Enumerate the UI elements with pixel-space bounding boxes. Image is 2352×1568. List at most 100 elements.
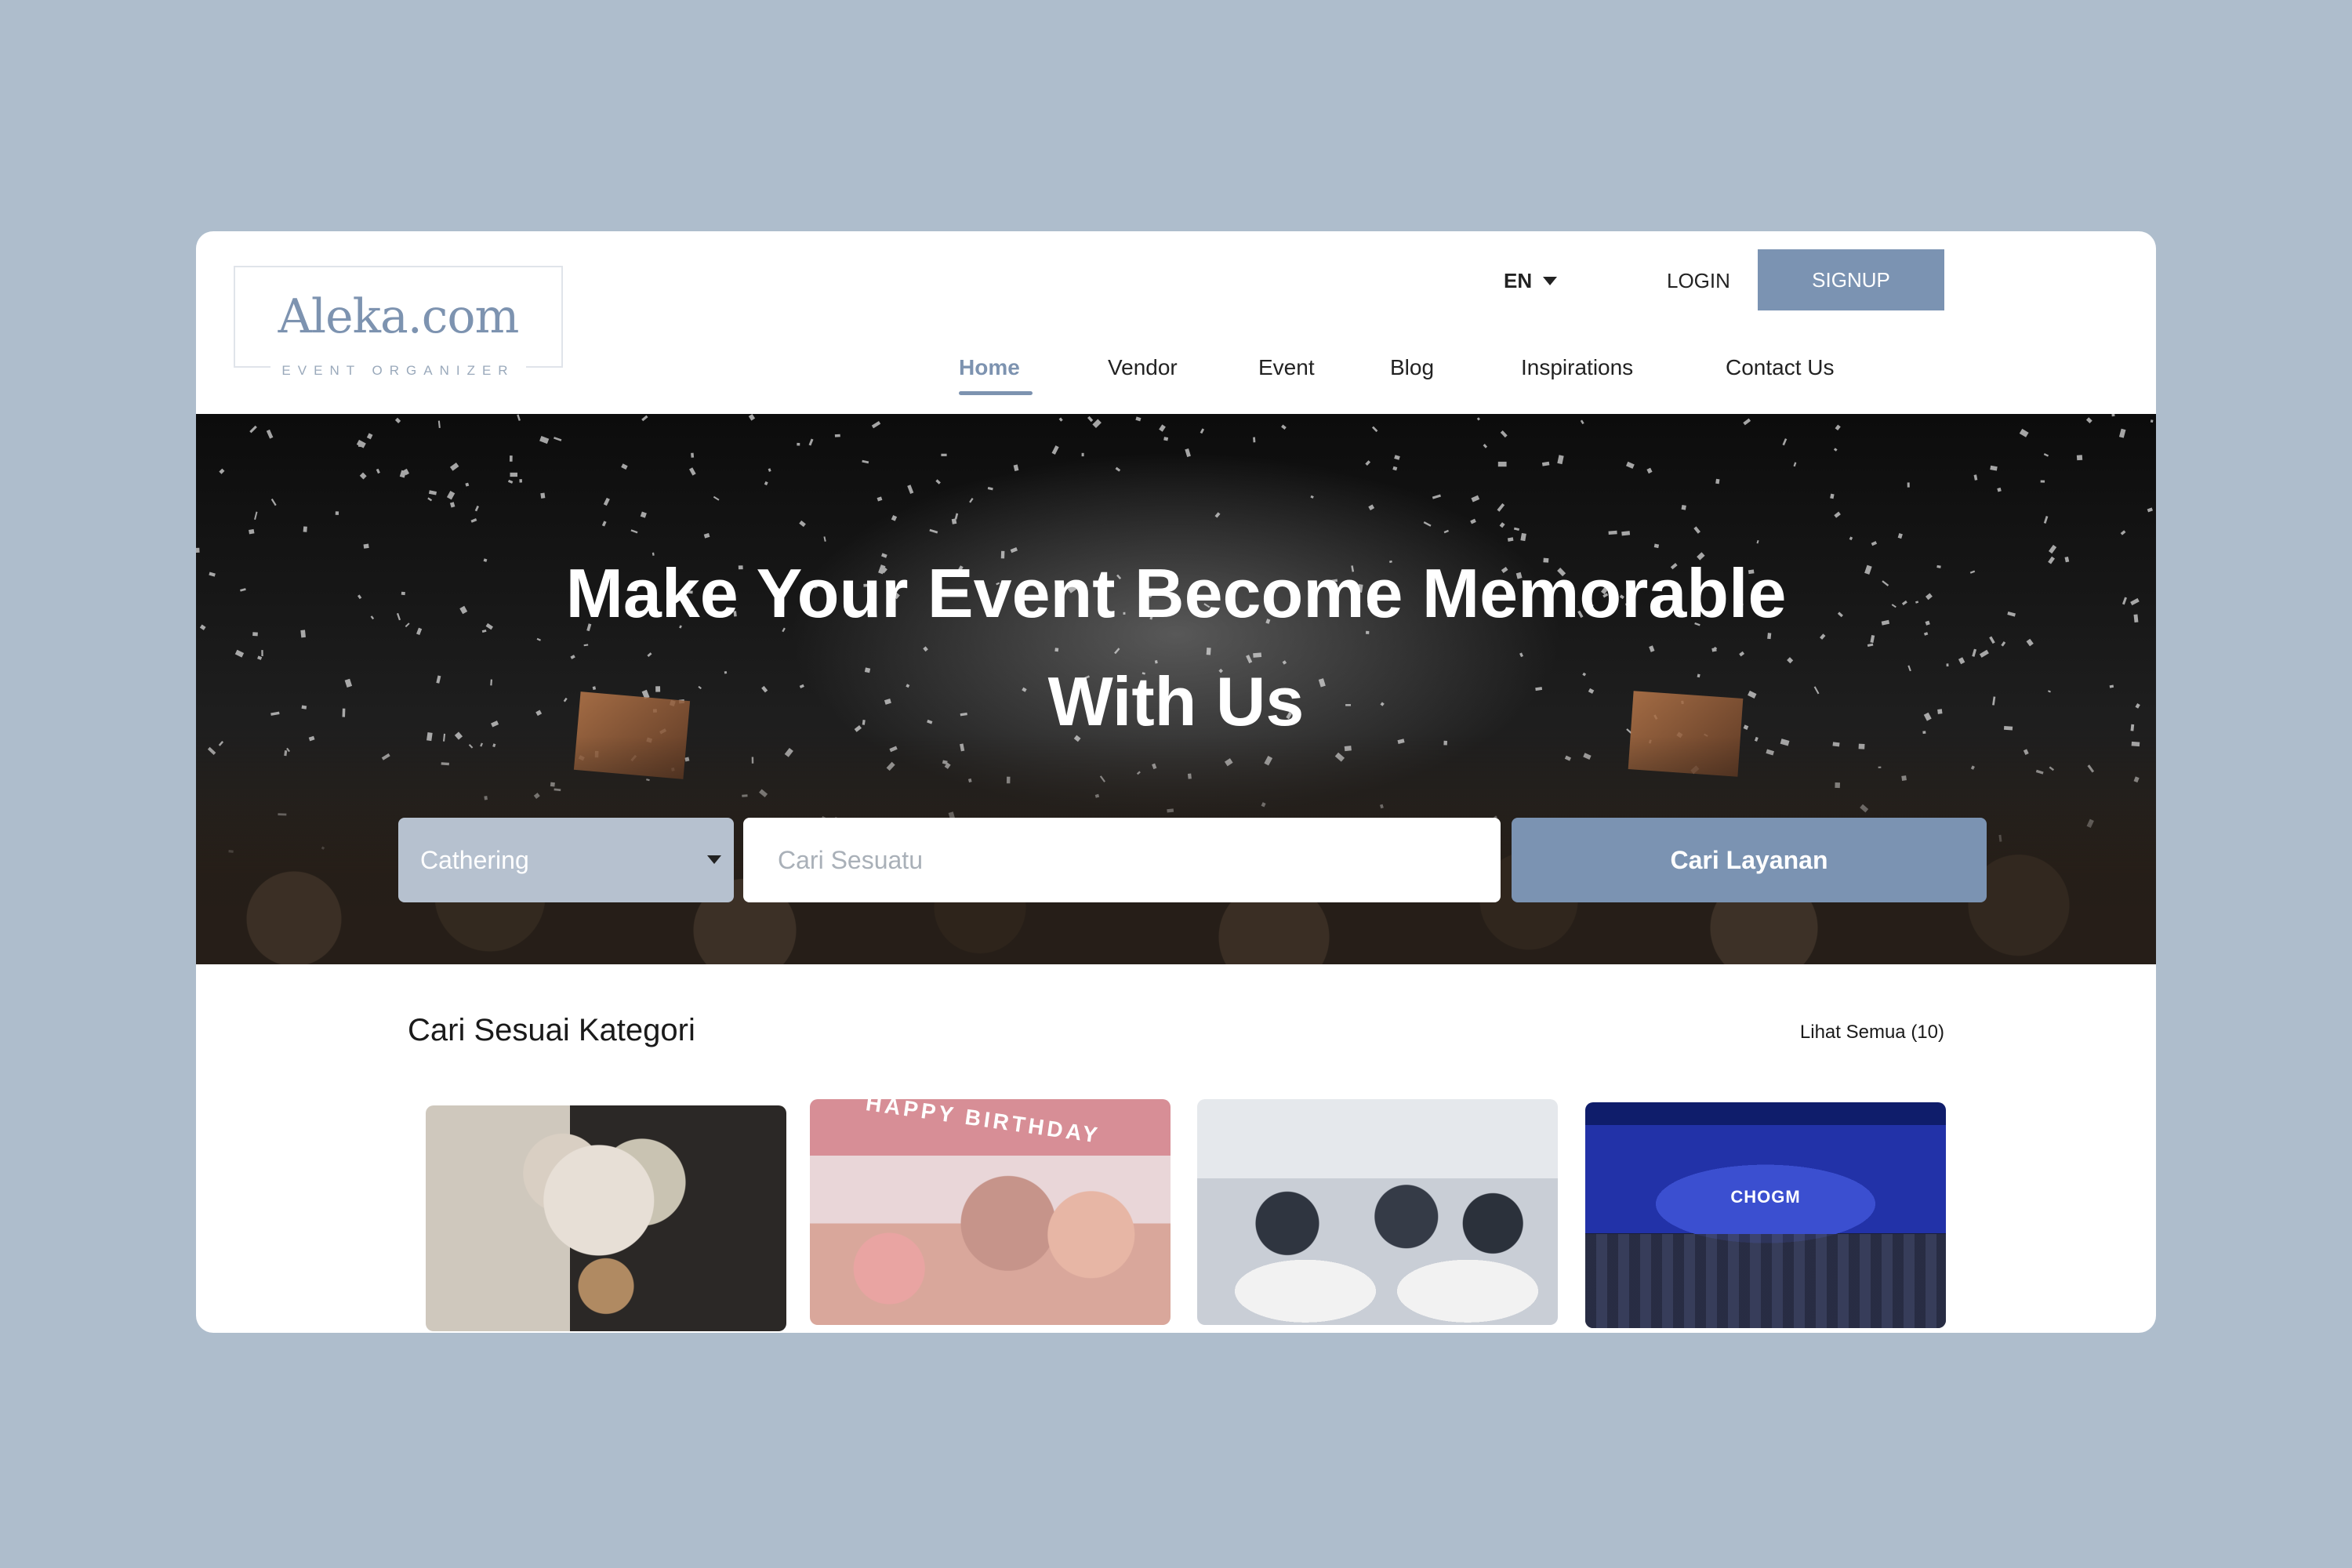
confetti-piece xyxy=(1310,495,1314,499)
hero-title: Make Your Event Become Memorable With Us xyxy=(196,539,2156,756)
confetti-piece xyxy=(2040,480,2045,483)
confetti-piece xyxy=(603,497,610,506)
confetti-piece xyxy=(808,438,814,446)
confetti-piece xyxy=(1626,461,1635,469)
confetti-piece xyxy=(519,479,523,483)
language-selector[interactable]: EN xyxy=(1504,269,1558,293)
hero-title-line2: With Us xyxy=(1047,662,1305,740)
search-services-button[interactable]: Cari Layanan xyxy=(1512,818,1987,902)
logo-name: Aleka.com xyxy=(278,289,520,344)
confetti-piece xyxy=(1646,467,1653,474)
hero-title-line1: Make Your Event Become Memorable xyxy=(565,554,1787,632)
confetti-piece xyxy=(1159,424,1166,432)
confetti-piece xyxy=(1743,418,1751,426)
birthday-banner-text: HAPPY BIRTHDAY xyxy=(864,1099,1102,1148)
confetti-piece xyxy=(2085,417,2092,424)
category-card-conference[interactable]: CHOGM xyxy=(1585,1102,1946,1328)
confetti-piece xyxy=(1693,526,1700,534)
confetti-piece xyxy=(834,434,840,437)
confetti-piece xyxy=(449,463,459,471)
confetti-piece xyxy=(954,513,959,520)
chevron-down-icon xyxy=(707,855,721,864)
nav-item-contact-us[interactable]: Contact Us xyxy=(1726,355,1835,380)
confetti-piece xyxy=(1500,430,1508,438)
confetti-piece xyxy=(1476,417,1480,421)
confetti-piece xyxy=(1185,448,1191,457)
confetti-piece xyxy=(1365,460,1371,466)
confetti-piece xyxy=(1432,494,1442,499)
confetti-piece xyxy=(366,433,373,440)
confetti-piece xyxy=(2043,453,2049,457)
confetti-piece xyxy=(969,497,974,503)
confetti-piece xyxy=(768,468,771,472)
confetti-piece xyxy=(1087,416,1094,423)
confetti-piece xyxy=(1834,511,1841,518)
confetti-piece xyxy=(1392,466,1398,471)
confetti-piece xyxy=(465,482,470,487)
confetti-piece xyxy=(539,436,550,445)
confetti-piece xyxy=(891,515,898,521)
confetti-piece xyxy=(1135,416,1142,422)
confetti-piece xyxy=(1990,465,1998,471)
confetti-piece xyxy=(219,468,225,474)
confetti-piece xyxy=(427,497,433,502)
confetti-piece xyxy=(1058,417,1063,422)
category-card-business[interactable] xyxy=(1197,1099,1558,1325)
confetti-piece xyxy=(621,463,628,470)
confetti-piece xyxy=(935,479,941,485)
confetti-piece xyxy=(507,479,514,484)
language-label: EN xyxy=(1504,269,1533,292)
category-select[interactable]: Cathering xyxy=(398,818,734,902)
confetti-piece xyxy=(1580,419,1584,425)
category-card-wedding[interactable] xyxy=(426,1105,786,1331)
confetti-piece xyxy=(540,492,546,499)
nav-item-blog[interactable]: Blog xyxy=(1390,355,1434,380)
hero-section: Make Your Event Become Memorable With Us… xyxy=(196,414,2156,964)
logo-tagline: EVENT ORGANIZER xyxy=(270,363,526,379)
confetti-piece xyxy=(1394,455,1400,460)
confetti-piece xyxy=(1833,448,1838,452)
confetti-piece xyxy=(1782,438,1788,446)
nav-item-home[interactable]: Home xyxy=(959,355,1020,380)
confetti-piece xyxy=(1163,437,1169,441)
confetti-piece xyxy=(630,529,638,534)
confetti-piece xyxy=(1051,445,1059,455)
search-input[interactable] xyxy=(743,818,1501,902)
confetti-piece xyxy=(394,417,401,424)
confetti-piece xyxy=(1997,487,2002,492)
confetti-piece xyxy=(601,521,607,527)
confetti-piece xyxy=(1830,493,1835,499)
confetti-piece xyxy=(703,532,710,539)
category-card-birthday[interactable]: HAPPY BIRTHDAY xyxy=(810,1099,1171,1325)
nav-item-event[interactable]: Event xyxy=(1258,355,1315,380)
see-all-link[interactable]: Lihat Semua (10) xyxy=(1800,1022,1944,1044)
confetti-piece xyxy=(428,490,437,495)
confetti-piece xyxy=(1368,504,1375,510)
confetti-piece xyxy=(517,414,521,421)
login-link[interactable]: LOGIN xyxy=(1667,269,1730,293)
nav-item-inspirations[interactable]: Inspirations xyxy=(1521,355,1633,380)
confetti-piece xyxy=(640,511,647,518)
confetti-piece xyxy=(1608,530,1617,535)
confetti-piece xyxy=(1973,474,1978,481)
confetti-piece xyxy=(1497,461,1507,467)
category-select-value: Cathering xyxy=(420,845,529,874)
confetti-piece xyxy=(1443,529,1449,534)
site-logo[interactable]: Aleka.com EVENT ORGANIZER xyxy=(234,266,563,379)
confetti-piece xyxy=(510,472,517,477)
confetti-piece xyxy=(1281,424,1287,430)
confetti-piece xyxy=(2111,414,2115,417)
confetti-piece xyxy=(437,420,441,428)
confetti-piece xyxy=(689,467,696,476)
categories-title: Cari Sesuai Kategori xyxy=(408,1013,695,1047)
confetti-piece xyxy=(713,495,720,501)
confetti-piece xyxy=(474,505,479,512)
confetti-piece xyxy=(641,415,648,422)
confetti-piece xyxy=(470,518,477,523)
confetti-piece xyxy=(1557,455,1564,465)
nav-item-vendor[interactable]: Vendor xyxy=(1108,355,1178,380)
confetti-piece xyxy=(303,526,307,532)
signup-button[interactable]: SIGNUP xyxy=(1758,249,1944,310)
confetti-piece xyxy=(509,456,513,462)
confetti-piece xyxy=(929,528,938,534)
